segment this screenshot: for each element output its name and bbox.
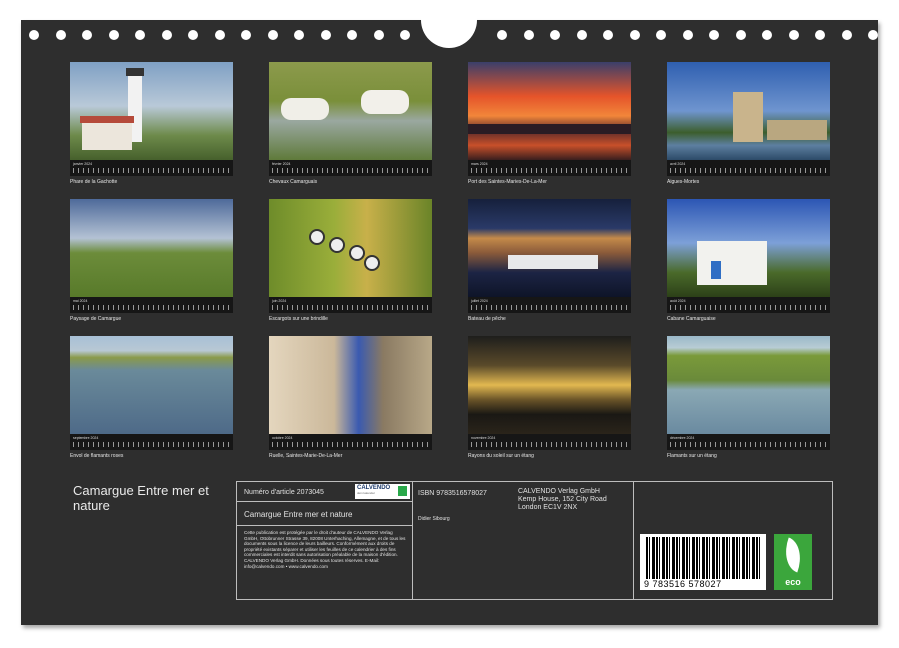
barcode: 9 783516 578027 [640, 534, 766, 590]
photo-landscape [70, 199, 233, 297]
calendar-title: Camargue Entre mer et nature [73, 483, 209, 513]
binding-hole [161, 30, 172, 40]
caption: Bateau de pêche [468, 316, 506, 322]
binding-hole [762, 30, 772, 40]
month-thumb-dec: décembre 2024 Flamants sur un étang [667, 336, 830, 459]
publisher-address: CALVENDO Verlag GmbH Kemp House, 152 Cit… [518, 488, 607, 511]
author: Didier Sibourg [418, 516, 450, 522]
binding-hole [841, 30, 852, 40]
caption: Flamants sur un étang [667, 453, 717, 459]
month-thumb-mar: mars 2024 Port des Saintes-Maries-De-La-… [468, 62, 631, 185]
photo-cabane [667, 199, 830, 297]
binding-hole [709, 30, 719, 40]
info-panel: Numéro d'article 2073045 CALVENDO dein k… [236, 481, 833, 600]
binding-hole [523, 30, 534, 40]
binding-hole [735, 30, 746, 40]
binding-hole [603, 30, 613, 40]
caption: Envol de flamants roses [70, 453, 124, 459]
month-thumb-jun: juin 2024 Escargots sur une brindille [269, 199, 432, 322]
binding-hole [82, 30, 92, 40]
month-thumb-jan: janvier 2024 Phare de la Gachotte [70, 62, 233, 185]
binding-hole [682, 30, 693, 40]
binding-hole [294, 30, 304, 40]
caption: Port des Saintes-Maries-De-La-Mer [468, 179, 547, 185]
caption: Rayons du soleil sur un étang [468, 453, 534, 459]
isbn: ISBN 9783516578027 [418, 490, 487, 497]
photo-port-sunset [468, 62, 631, 160]
binding-hole [214, 30, 225, 40]
article-number: Numéro d'article 2073045 [244, 489, 324, 496]
caption: Aigues-Mortes [667, 179, 700, 185]
month-thumb-jul: juillet 2024 Bateau de pêche [468, 199, 631, 322]
caption: Phare de la Gachotte [70, 179, 118, 185]
month-thumb-sep: septembre 2024 Envol de flamants roses [70, 336, 233, 459]
binding-hole [576, 30, 587, 40]
eco-badge: eco [774, 534, 812, 590]
binding-hole [373, 30, 384, 40]
photo-aigues-mortes [667, 62, 830, 160]
caption: Ruelle, Saintes-Marie-De-La-Mer [269, 453, 343, 459]
photo-snails [269, 199, 432, 297]
photo-flamingos [70, 336, 233, 434]
caption: Escargots sur une brindille [269, 316, 328, 322]
calendar-back-cover: janvier 2024 Phare de la Gachotte févrie… [21, 12, 878, 625]
month-thumb-may: mai 2024 Paysage de Camargue [70, 199, 233, 322]
binding-hole [815, 30, 825, 40]
month-thumb-apr: avril 2024 Aigues-Mortes [667, 62, 830, 185]
photo-sun-rays [468, 336, 631, 434]
binding-hole [29, 30, 39, 40]
photo-horses [269, 62, 432, 160]
month-thumb-aug: août 2024 Cabane Camarguaise [667, 199, 830, 322]
photo-alley [269, 336, 432, 434]
caption: Cabane Camarguaise [667, 316, 716, 322]
binding-hole [320, 30, 331, 40]
binding-hole [108, 30, 119, 40]
leaf-icon [778, 537, 808, 573]
binding-hole [629, 30, 640, 40]
binding-hole [868, 30, 878, 40]
product-title: Camargue Entre mer et nature [244, 510, 353, 519]
binding-hole [267, 30, 278, 40]
binding-hole [55, 30, 66, 40]
photo-fishing-boat [468, 199, 631, 297]
binding-hole [241, 30, 251, 40]
binding-hole [656, 30, 666, 40]
month-thumb-feb: février 2024 Chevaux Camarguais [269, 62, 432, 185]
binding-hole [550, 30, 560, 40]
binding-hole [788, 30, 799, 40]
month-thumb-nov: novembre 2024 Rayons du soleil sur un ét… [468, 336, 631, 459]
month-thumb-oct: octobre 2024 Ruelle, Saintes-Marie-De-La… [269, 336, 432, 459]
binding-hole [400, 30, 410, 40]
hanger-notch [421, 12, 477, 48]
caption: Paysage de Camargue [70, 316, 122, 322]
binding-hole [497, 30, 507, 40]
binding-hole [188, 30, 198, 40]
calvendo-logo: CALVENDO dein kalender [355, 484, 410, 499]
caption: Chevaux Camarguais [269, 179, 318, 185]
binding-hole [135, 30, 145, 40]
legal-notice: Cette publication est protégée par le dr… [244, 530, 406, 569]
binding-hole [347, 30, 357, 40]
photo-lighthouse [70, 62, 233, 160]
photo-flamingos-pond [667, 336, 830, 434]
